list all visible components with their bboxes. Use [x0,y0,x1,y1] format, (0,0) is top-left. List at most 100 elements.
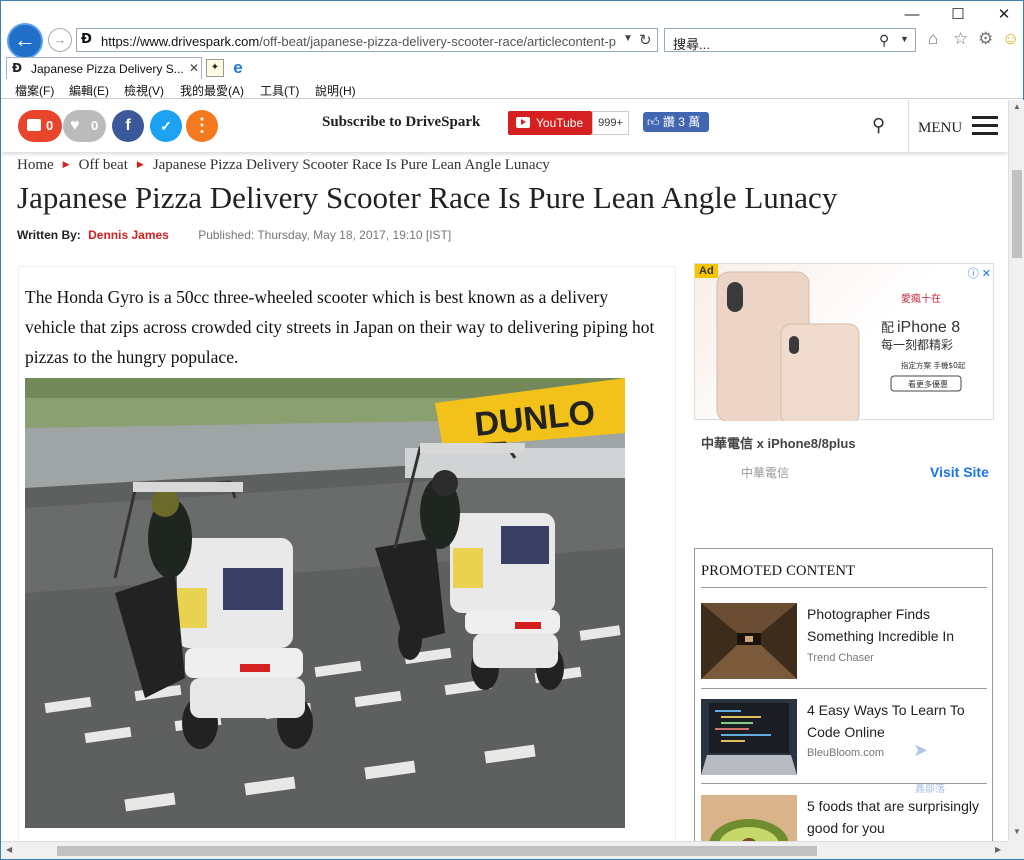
scroll-down-icon[interactable]: ▼ [1013,827,1021,836]
watermark-text: 鑫部落 [915,784,945,795]
page-viewport: 0 ♥ 0 f ✓ ⋮ Subscribe to DriveSpark YouT… [1,100,1008,841]
svg-text:指定方案 手機$0起: 指定方案 手機$0起 [901,360,966,370]
url-host: https://www.drivespark.com [101,34,260,49]
breadcrumb-separator-icon: ▶ [62,159,70,169]
promo-thumbnail[interactable] [701,699,797,775]
refresh-icon[interactable]: ↻ [639,31,652,49]
comments-count: 0 [46,118,54,133]
minimize-button[interactable]: — [899,5,925,25]
promo-item-title[interactable]: Photographer Finds Something Incredible … [807,603,987,647]
close-tab-icon[interactable]: ✕ [189,61,199,75]
iphone-ad-graphic: 愛瘋十在 配 iPhone 8 每一刻都精彩 指定方案 手機$0起 看更多優惠 [716,271,966,421]
thumbs-up-icon: 👍︎ [647,115,660,129]
breadcrumb-offbeat[interactable]: Off beat [79,157,128,173]
address-dropdown-icon[interactable]: ▼ [623,33,633,44]
menu-view[interactable]: 檢視(V) [124,82,164,99]
search-icon[interactable]: ⚲ [879,32,889,49]
youtube-count: 999+ [592,111,629,135]
scroll-up-icon[interactable]: ▲ [1013,102,1021,111]
svg-text:每一刻都精彩: 每一刻都精彩 [881,337,953,352]
new-tab-button[interactable]: ✦ [206,59,224,77]
watermark-logo-icon: ➤ [913,740,929,760]
search-box[interactable]: 搜尋... ⚲ ▼ [664,28,916,52]
ad-title[interactable]: 中華電信 x iPhone8/8plus [701,433,856,452]
promo-item-source: Trend Chaser [807,652,874,664]
menu-file[interactable]: 檔案(F) [15,82,54,99]
header-divider [908,100,909,152]
address-bar[interactable]: Đ https://www.drivespark.com/off-beat/ja… [76,28,658,52]
maximize-button[interactable]: ☐ [945,5,971,25]
facebook-share-icon[interactable]: f [112,110,144,142]
site-header: 0 ♥ 0 f ✓ ⋮ Subscribe to DriveSpark YouT… [1,100,1008,152]
promo-item-title[interactable]: 4 Easy Ways To Learn To Code Online [807,699,987,743]
svg-text:iPhone 8: iPhone 8 [897,319,960,336]
vertical-scrollbar[interactable]: ▲ ▼ [1008,100,1024,841]
back-button[interactable]: ← [7,23,43,59]
menu-label[interactable]: MENU [918,120,962,137]
drivespark-favicon-icon: Đ [81,32,92,47]
comments-button[interactable]: 0 [18,110,62,142]
written-by-label: Written By: [17,228,81,242]
youtube-label: YouTube [536,116,584,130]
comment-icon [27,119,41,131]
horizontal-scroll-thumb[interactable] [57,846,817,856]
menu-favorites[interactable]: 我的最愛(A) [180,82,244,99]
youtube-play-icon [516,117,530,128]
close-window-button[interactable]: ✕ [991,5,1017,25]
likes-button[interactable]: ♥ 0 [63,110,106,142]
tab-strip: Đ Japanese Pizza Delivery S... ✕ ✦ e [1,57,1023,79]
article-title: Japanese Pizza Delivery Scooter Race Is … [17,180,838,215]
breadcrumb-current: Japanese Pizza Delivery Scooter Race Is … [152,157,550,173]
svg-text:看更多優惠: 看更多優惠 [908,379,948,389]
tab-title: Japanese Pizza Delivery S... [31,62,184,76]
scroll-right-icon[interactable]: ▶ [995,845,1001,854]
favorites-star-icon[interactable]: ☆ [953,29,968,49]
fb-like-label: 讚 3 萬 [662,115,701,129]
settings-gear-icon[interactable]: ⚙ [978,29,993,49]
menu-tools[interactable]: 工具(T) [260,82,299,99]
promo-thumbnail[interactable] [701,603,797,679]
browser-window: — ☐ ✕ ← → Đ https://www.drivespark.com/o… [0,0,1024,860]
scroll-left-icon[interactable]: ◀ [6,845,12,854]
search-dropdown-icon[interactable]: ▼ [900,34,909,44]
publish-date: Published: Thursday, May 18, 2017, 19:10… [198,228,452,242]
facebook-like-button[interactable]: 👍︎ 讚 3 萬 [643,112,709,132]
promo-item-title[interactable]: 5 foods that are surprisingly good for y… [807,795,987,839]
breadcrumb-home[interactable]: Home [17,157,54,173]
byline: Written By: Dennis James Published: Thur… [17,228,451,242]
promoted-content: PROMOTED CONTENT Photographer Finds Some… [694,548,993,841]
iphone-ad[interactable]: Ad ⓘ ✕ 愛瘋十在 配 iPhone 8 每一刻都精彩 指定方案 手機$0起… [694,263,994,421]
more-options-icon[interactable]: ⋮ [186,110,218,142]
home-icon[interactable]: ⌂ [928,29,938,49]
arrow-right-icon: → [53,32,67,47]
ad-source: 中華電信 [741,466,790,480]
author-link[interactable]: Dennis James [88,228,169,242]
hamburger-menu-icon[interactable] [972,116,998,136]
drivespark-favicon-icon: Đ [12,61,23,75]
horizontal-scrollbar[interactable]: ◀ ▶ [1,841,1008,859]
url-path: /off-beat/japanese-pizza-delivery-scoote… [259,34,616,49]
visit-site-link[interactable]: Visit Site [930,464,989,480]
promo-thumbnail[interactable] [701,795,797,841]
menu-bar: 檔案(F) 編輯(E) 檢視(V) 我的最愛(A) 工具(T) 說明(H) [1,79,1023,99]
twitter-share-icon[interactable]: ✓ [150,110,182,142]
divider [701,688,987,689]
svg-text:配: 配 [881,321,894,336]
menu-edit[interactable]: 編輯(E) [69,82,109,99]
ie-logo-icon[interactable]: e [228,58,248,78]
heart-icon: ♥ [70,117,80,134]
article-image[interactable]: DUNLO [25,378,625,828]
vertical-scroll-thumb[interactable] [1012,170,1022,258]
youtube-subscribe-button[interactable]: YouTube [508,111,592,135]
url-text[interactable]: https://www.drivespark.com/off-beat/japa… [101,34,621,49]
article-intro: The Honda Gyro is a 50cc three-wheeled s… [25,287,655,367]
forward-button[interactable]: → [48,28,72,52]
search-icon[interactable]: ⚲ [872,115,885,136]
divider [701,587,987,588]
smiley-feedback-icon[interactable]: ☺ [1002,29,1019,49]
likes-count: 0 [91,118,99,133]
tab-active[interactable]: Đ Japanese Pizza Delivery S... ✕ [6,57,202,79]
breadcrumb-separator-icon: ▶ [136,159,144,169]
svg-text:愛瘋十在: 愛瘋十在 [901,292,941,305]
menu-help[interactable]: 說明(H) [315,82,356,99]
